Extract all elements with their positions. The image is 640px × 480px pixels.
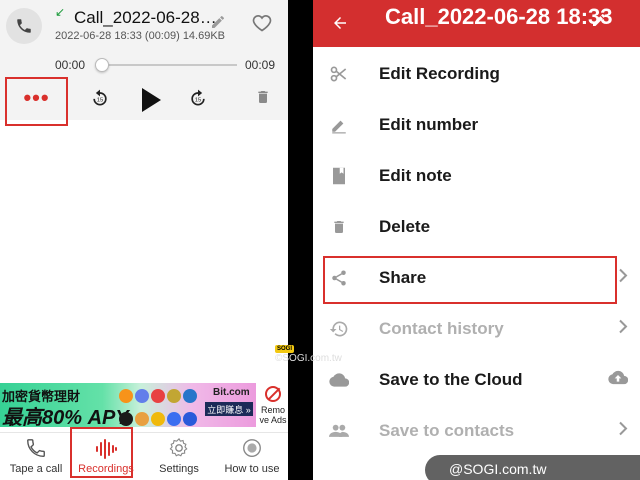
menu-delete[interactable]: Delete (313, 201, 640, 252)
chevron-right-icon (618, 319, 628, 338)
history-icon (329, 319, 349, 339)
play-button[interactable] (139, 87, 163, 113)
header-bar: Call_2022-06-28 18:33 (313, 0, 640, 47)
delete-button[interactable] (255, 88, 271, 106)
no-ads-icon (265, 386, 281, 402)
watermark-middle: SOGI ©SOGI.com.tw (275, 342, 342, 364)
cloud-upload-icon (608, 370, 629, 389)
coin-icon (183, 412, 197, 426)
elapsed-time: 00:00 (55, 58, 86, 72)
menu-save-to-contacts[interactable]: Save to contacts (313, 405, 640, 456)
menu-label: Save to the Cloud (379, 369, 523, 389)
ad-apy: 最高80% APY (2, 407, 129, 429)
cloud-icon (329, 370, 349, 390)
ad-cta-button[interactable]: 立即賺息 » (205, 402, 253, 416)
nav-settings[interactable]: Settings (143, 433, 215, 480)
recording-title: Call_2022-06-28… (74, 8, 217, 27)
menu-edit-note[interactable]: Edit note (313, 150, 640, 201)
more-options-button[interactable]: ••• (5, 77, 68, 126)
menu-label: Edit note (379, 165, 452, 185)
menu-edit-number[interactable]: Edit number (313, 99, 640, 150)
menu-label: Save to contacts (379, 420, 515, 440)
circle-icon (241, 437, 263, 464)
nav-tape-a-call[interactable]: Tape a call (0, 433, 72, 480)
remove-ads-button[interactable]: Remo ve Ads (258, 383, 288, 427)
coin-icon (167, 389, 181, 403)
ad-banner[interactable]: 加密貨幣理財 最高80% APY Bit.com 立即賺息 » (0, 383, 256, 429)
watermark-text: ©SOGI.com.tw (275, 353, 342, 364)
rewind-15-button[interactable]: 15 (90, 88, 110, 108)
nav-how-to-use[interactable]: How to use (216, 433, 288, 480)
trash-icon (258, 91, 268, 103)
pencil-icon (329, 115, 349, 135)
recordings-highlight-box (70, 427, 133, 478)
recording-meta: 2022-06-28 18:33 (00:09) 14.69KB (55, 30, 226, 42)
ethereum-icon (135, 389, 149, 403)
header-title: Call_2022-06-28 18:33 (385, 4, 613, 29)
nav-label: How to use (224, 463, 280, 475)
forward-icon: 15 (191, 89, 205, 106)
phone-icon (25, 437, 47, 464)
forward-15-button[interactable]: 15 (188, 88, 208, 108)
svg-text:15: 15 (195, 97, 201, 103)
rewind-icon: 15 (93, 89, 107, 106)
coin-icon (119, 412, 133, 426)
back-arrow-icon[interactable] (331, 14, 349, 37)
trash-icon (329, 217, 349, 237)
chevron-right-icon (618, 268, 628, 287)
sogi-badge: SOGI (275, 345, 295, 353)
shiba-icon (135, 412, 149, 426)
scissors-icon (329, 64, 349, 84)
edit-icon[interactable] (210, 14, 226, 35)
more-dots-icon: ••• (23, 84, 50, 110)
note-icon (329, 166, 349, 186)
menu-label: Edit number (379, 114, 479, 134)
coin-icon (151, 389, 165, 403)
phone-icon (17, 19, 31, 33)
total-time: 00:09 (245, 58, 276, 72)
favorite-heart-icon[interactable] (252, 13, 272, 38)
divider (288, 0, 313, 480)
chevron-right-icon (618, 421, 628, 440)
coin-icon (183, 389, 197, 403)
nav-label: Settings (159, 463, 199, 475)
incoming-call-icon: ↙ (55, 5, 66, 19)
recordings-screen: ↙ Call_2022-06-28… 2022-06-28 18:33 (00:… (0, 0, 288, 480)
edit-title-icon[interactable] (591, 12, 607, 33)
sogi-watermark: @SOGI.com.tw (425, 455, 640, 480)
seek-bar[interactable] (100, 64, 237, 66)
menu-label: Contact history (379, 318, 504, 338)
recording-options-screen: Call_2022-06-28 18:33 Edit Recording Edi… (313, 0, 640, 480)
coin-icon (167, 412, 181, 426)
bitcoin-icon (119, 389, 133, 403)
remove-ads-label: Remo ve Ads (259, 405, 287, 425)
svg-text:15: 15 (97, 97, 103, 103)
seek-thumb[interactable] (95, 58, 109, 72)
contacts-icon (329, 421, 349, 441)
gear-icon (168, 437, 190, 464)
coin-icon (151, 412, 165, 426)
call-avatar (6, 8, 42, 44)
menu-label: Delete (379, 216, 431, 236)
menu-label: Edit Recording (379, 63, 500, 83)
play-icon (142, 88, 161, 112)
bottom-navigation: Tape a call Recordings Settings How to u… (0, 432, 288, 480)
menu-contact-history[interactable]: Contact history (313, 303, 640, 354)
share-highlight-box (323, 256, 617, 304)
menu-save-to-cloud[interactable]: Save to the Cloud (313, 354, 640, 405)
ad-brand: Bit.com (213, 387, 250, 398)
menu-edit-recording[interactable]: Edit Recording (313, 48, 640, 99)
nav-label: Tape a call (9, 463, 63, 475)
